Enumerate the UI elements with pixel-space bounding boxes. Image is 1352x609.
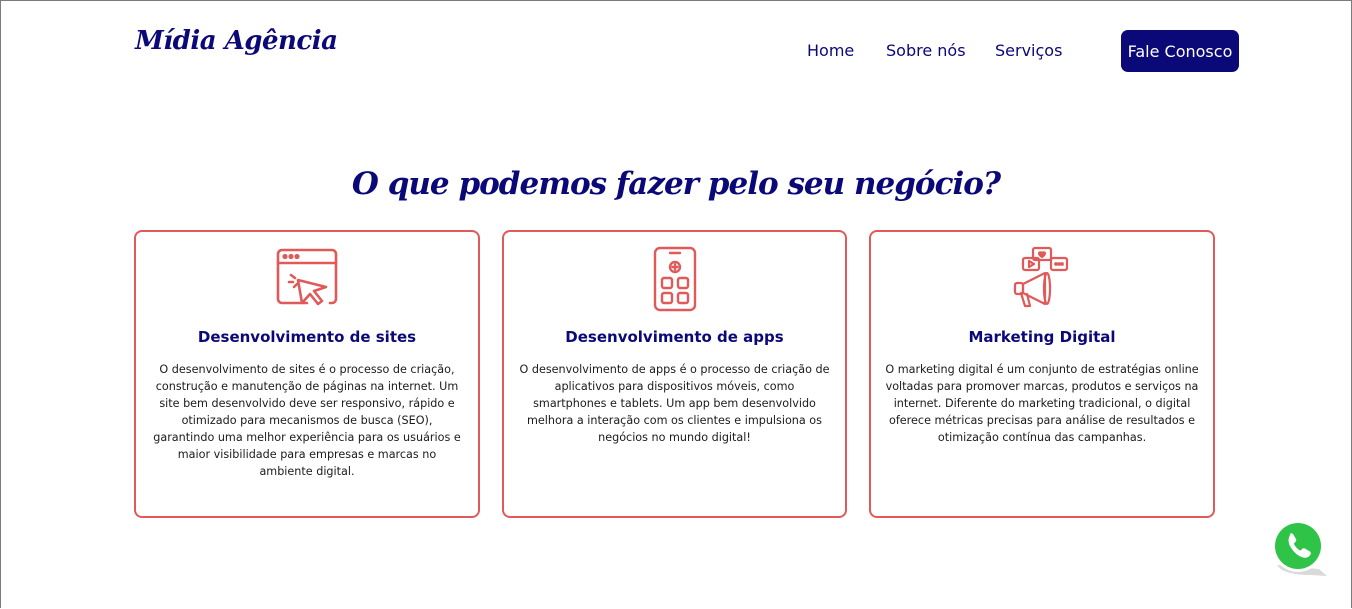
- logo[interactable]: Mídia Agência: [135, 26, 338, 56]
- service-card-sites: Desenvolvimento de sites O desenvolvimen…: [134, 230, 480, 518]
- card-title: Desenvolvimento de apps: [565, 328, 784, 346]
- card-text: O marketing digital é um conjunto de est…: [885, 363, 1199, 444]
- service-card-apps: Desenvolvimento de apps O desenvolviment…: [502, 230, 847, 518]
- whatsapp-button[interactable]: [1271, 519, 1327, 577]
- nav-home[interactable]: Home: [807, 41, 854, 60]
- mobile-apps-icon: [653, 246, 696, 312]
- card-text: O desenvolvimento de apps é o processo d…: [519, 363, 830, 444]
- service-card-marketing: Marketing Digital O marketing digital é …: [869, 230, 1215, 518]
- megaphone-social-icon: [1013, 246, 1069, 308]
- card-text: O desenvolvimento de sites é o processo …: [153, 363, 461, 478]
- contact-button[interactable]: Fale Conosco: [1121, 30, 1239, 72]
- section-title: O que podemos fazer pelo seu negócio?: [351, 166, 1001, 202]
- nav-sobre-nos[interactable]: Sobre nós: [886, 41, 966, 60]
- card-title: Desenvolvimento de sites: [197, 328, 417, 346]
- nav-servicos[interactable]: Serviços: [995, 41, 1062, 60]
- card-title: Marketing Digital: [968, 328, 1116, 346]
- web-click-icon: [276, 248, 338, 306]
- whatsapp-icon: [1272, 520, 1327, 576]
